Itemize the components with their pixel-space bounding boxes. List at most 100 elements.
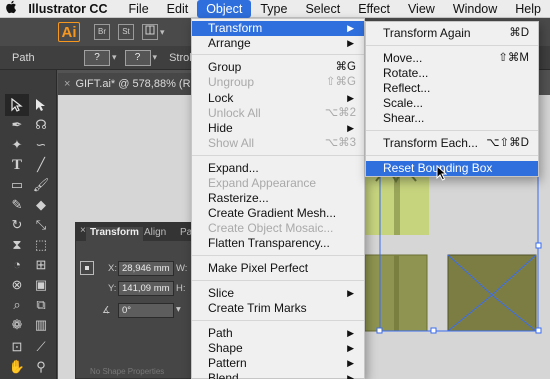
menu-item-create-gradient-mesh[interactable]: Create Gradient Mesh... (192, 206, 364, 221)
chevron-down-icon[interactable]: ▾ (153, 52, 158, 63)
stroke-swatch[interactable]: ? (124, 49, 151, 66)
close-tab-icon[interactable]: × (64, 78, 70, 90)
bridge-button[interactable]: Br (94, 24, 110, 40)
panel-tab-bar: × Transform Align Pa (76, 223, 194, 241)
y-label: Y: (108, 283, 117, 294)
menu-item-blend[interactable]: Blend ▶ (192, 371, 364, 379)
menu-object[interactable]: Object (197, 0, 252, 18)
perspective-grid-tool-icon[interactable]: ⊞ (29, 254, 53, 276)
menu-window[interactable]: Window (444, 0, 506, 18)
arrange-documents-button[interactable] (142, 24, 158, 40)
stock-button[interactable]: St (118, 24, 134, 40)
menu-item-expand-appearance: Expand Appearance (208, 176, 317, 190)
menu-item-expand[interactable]: Expand... (192, 161, 364, 176)
menu-item-rasterize[interactable]: Rasterize... (192, 191, 364, 206)
menu-item-transform-again[interactable]: Transform Again ⌘D (366, 26, 538, 41)
menu-item-shape[interactable]: Shape ▶ (192, 341, 364, 356)
menu-item-arrange[interactable]: Arrange ▶ (192, 36, 364, 51)
menu-type[interactable]: Type (251, 0, 296, 18)
menu-item-lock[interactable]: Lock ▶ (192, 91, 364, 106)
chevron-down-icon[interactable]: ▾ (176, 304, 181, 315)
chevron-down-icon[interactable]: ▾ (112, 52, 117, 63)
menu-item-make-pixel-perfect[interactable]: Make Pixel Perfect (192, 261, 364, 276)
zoom-tool-icon[interactable]: ⚲ (29, 356, 53, 378)
shape-builder-tool-icon[interactable]: ◔ (5, 254, 29, 276)
menu-help[interactable]: Help (506, 0, 550, 18)
menu-item-reflect[interactable]: Reflect... (366, 81, 538, 96)
curvature-tool-icon[interactable]: ∽ (29, 134, 53, 156)
document-title: GIFT.ai* @ 578,88% (RGB/Pr (75, 78, 198, 90)
line-tool-icon[interactable]: ╱ (29, 154, 53, 176)
menu-divider (366, 45, 538, 46)
apple-icon[interactable] (0, 0, 22, 17)
document-tab[interactable]: × GIFT.ai* @ 578,88% (RGB/Pr (58, 73, 198, 95)
submenu-arrow-icon: ▶ (347, 93, 354, 103)
rotate-angle-field[interactable]: 0° (118, 303, 174, 318)
gradient-tool-icon[interactable]: ▣ (29, 274, 53, 296)
magic-wand-tool-icon[interactable]: ✦ (5, 134, 29, 156)
selection-tool-icon[interactable] (5, 94, 29, 116)
menu-item-transform-each[interactable]: Transform Each... ⌥⇧⌘D (366, 136, 538, 151)
blend-tool-icon[interactable]: ⧉ (29, 294, 53, 316)
menu-item-path[interactable]: Path ▶ (192, 326, 364, 341)
pen-tool-icon[interactable]: ✒ (5, 114, 29, 136)
menu-item-hide[interactable]: Hide ▶ (192, 121, 364, 136)
y-position-field[interactable]: 141,09 mm (118, 281, 174, 296)
direct-selection-tool-icon[interactable] (29, 94, 53, 116)
slice-tool-icon[interactable]: ⟋ (29, 336, 53, 358)
rectangle-tool-icon[interactable]: ▭ (5, 174, 29, 196)
menu-item-move[interactable]: Move... ⇧⌘M (366, 51, 538, 66)
menu-item-group[interactable]: Group ⌘G (192, 60, 364, 75)
submenu-arrow-icon: ▶ (347, 123, 354, 133)
close-panel-icon[interactable]: × (80, 225, 86, 236)
mesh-tool-icon[interactable]: ⊗ (5, 274, 29, 296)
shaper-tool-icon[interactable]: ✎ (5, 194, 29, 216)
menu-item-reset-bounding-box[interactable]: Reset Bounding Box (366, 161, 538, 176)
scale-tool-icon[interactable]: ⤡ (29, 214, 53, 236)
menu-view[interactable]: View (399, 0, 444, 18)
eyedropper-tool-icon[interactable]: ⌕ (5, 294, 29, 316)
tab-transform[interactable]: Transform (86, 227, 143, 241)
transform-submenu: Transform Again ⌘D Move... ⇧⌘M Rotate... R… (365, 21, 539, 177)
menu-item-shear[interactable]: Shear... (366, 111, 538, 126)
submenu-arrow-icon: ▶ (347, 38, 354, 48)
shape-properties-hint: No Shape Properties (90, 367, 165, 376)
eraser-tool-icon[interactable]: ◆ (29, 194, 53, 216)
menu-item-rotate[interactable]: Rotate... (366, 66, 538, 81)
chevron-down-icon[interactable]: ▾ (160, 27, 165, 38)
menu-item-flatten-transparency[interactable]: Flatten Transparency... (192, 236, 364, 251)
hand-tool-icon[interactable]: ✋ (5, 356, 29, 378)
type-tool-icon[interactable]: T (5, 154, 29, 176)
macos-menu-bar: Illustrator CC File Edit Object Type Sel… (0, 0, 550, 18)
tab-align[interactable]: Align (144, 227, 166, 241)
submenu-arrow-icon: ▶ (347, 23, 354, 33)
menu-file[interactable]: File (120, 0, 158, 18)
reference-point-icon[interactable] (80, 261, 94, 275)
lasso-tool-icon[interactable]: ☊ (29, 114, 53, 136)
menu-illustrator-cc[interactable]: Illustrator CC (22, 0, 119, 18)
paintbrush-tool-icon[interactable]: 🖌 (29, 174, 53, 196)
menu-item-scale[interactable]: Scale... (366, 96, 538, 111)
rotate-tool-icon[interactable]: ↻ (5, 214, 29, 236)
menu-item-show-all: Show All ⌥⌘3 (208, 136, 356, 150)
menu-select[interactable]: Select (296, 0, 349, 18)
submenu-arrow-icon: ▶ (347, 328, 354, 338)
object-menu: Transform ▶ Arrange ▶ Group ⌘G Ungroup ⇧⌘G L… (191, 18, 365, 379)
menu-divider (192, 54, 364, 55)
menu-item-transform[interactable]: Transform ▶ (192, 21, 364, 36)
ai-logo-icon: Ai (58, 22, 80, 42)
graph-tool-icon[interactable]: ▥ (29, 314, 53, 336)
artboard-tool-icon[interactable]: ⊡ (5, 336, 29, 358)
menu-item-create-trim-marks[interactable]: Create Trim Marks (192, 301, 364, 316)
free-transform-tool-icon[interactable]: ⬚ (29, 234, 53, 256)
transform-y-row: Y: 141,09 mm H: (76, 281, 196, 301)
menu-edit[interactable]: Edit (158, 0, 198, 18)
menu-effect[interactable]: Effect (349, 0, 399, 18)
menu-item-slice[interactable]: Slice ▶ (192, 286, 364, 301)
menu-item-pattern[interactable]: Pattern ▶ (192, 356, 364, 371)
x-position-field[interactable]: 28,946 mm (118, 261, 174, 276)
submenu-arrow-icon: ▶ (347, 343, 354, 353)
width-tool-icon[interactable]: ⧗ (5, 234, 29, 256)
symbol-sprayer-tool-icon[interactable]: ❁ (5, 314, 29, 336)
fill-swatch[interactable]: ? (84, 49, 110, 66)
